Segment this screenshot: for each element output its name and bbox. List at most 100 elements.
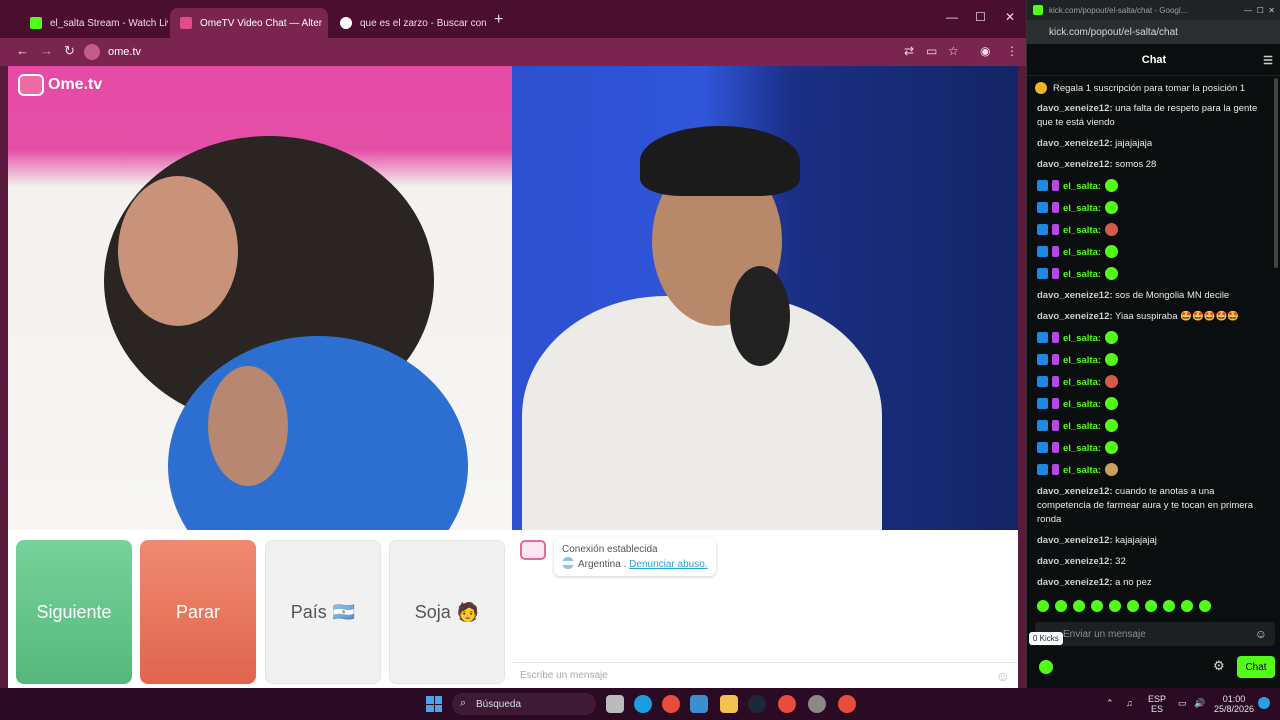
chat-message: davo_xeneize12: 32 <box>1037 555 1269 569</box>
chrome-icon[interactable] <box>838 695 856 713</box>
tv-icon <box>18 74 44 96</box>
chat-message: davo_xeneize12: sos de Mongolia MN decil… <box>1037 289 1269 303</box>
person-icon: 🧑 <box>456 601 480 622</box>
ometv-page: Ome.tv Siguiente Parar País 🇦🇷 Soja 🧑 Co… <box>8 66 1018 688</box>
chat-username[interactable]: davo_xeneize12: <box>1037 556 1113 567</box>
chat-input[interactable]: Enviar un mensaje ☺ <box>1035 622 1275 646</box>
profile-icon[interactable]: ◉ <box>980 44 990 58</box>
site-info-icon[interactable] <box>84 44 100 60</box>
chat-username[interactable]: el_salta: <box>1063 421 1101 432</box>
country-filter-button[interactable]: País 🇦🇷 <box>265 540 381 684</box>
close-window-button[interactable]: ✕ <box>1005 10 1015 24</box>
clock-date: 25/8/2026 <box>1214 704 1255 714</box>
send-chat-button[interactable]: Chat <box>1237 656 1275 678</box>
tab-ometv[interactable]: OmeTV Video Chat — Alter ✕ <box>170 8 328 38</box>
clock[interactable]: 01:00 25/8/2026 <box>1214 694 1254 714</box>
emote-icon[interactable] <box>1199 600 1211 612</box>
translate-icon[interactable]: ⇄ <box>904 44 914 58</box>
start-button[interactable] <box>426 696 442 712</box>
kicks-icon[interactable] <box>1039 660 1053 674</box>
subscriber-badge-icon <box>1052 442 1059 453</box>
chat-username[interactable]: davo_xeneize12: <box>1037 535 1113 546</box>
chat-username[interactable]: davo_xeneize12: <box>1037 138 1113 149</box>
stop-button[interactable]: Parar <box>140 540 256 684</box>
emote-icon[interactable] <box>1109 600 1121 612</box>
kick-favicon-icon <box>1033 5 1043 15</box>
kicks-tooltip: 0 Kicks <box>1029 632 1063 645</box>
emoji-icon[interactable]: ☺ <box>996 668 1010 684</box>
partner-country: Argentina <box>578 559 621 570</box>
next-button[interactable]: Siguiente <box>16 540 132 684</box>
emote-icon[interactable] <box>1091 600 1103 612</box>
window-controls[interactable]: — ☐ ✕ <box>1244 6 1275 15</box>
emoji-icon[interactable]: ☺ <box>1255 627 1267 641</box>
chat-username[interactable]: el_salta: <box>1063 399 1101 410</box>
bookmark-star-icon[interactable]: ☆ <box>948 44 959 58</box>
chat-username[interactable]: davo_xeneize12: <box>1037 486 1113 497</box>
report-abuse-link[interactable]: Denunciar abuso. <box>629 559 707 570</box>
emote-icon[interactable] <box>1037 600 1049 612</box>
chrome-icon[interactable] <box>662 695 680 713</box>
chat-username[interactable]: el_salta: <box>1063 465 1101 476</box>
chat-text: somos 28 <box>1115 159 1157 170</box>
volume-icon[interactable]: 🔊 <box>1194 698 1205 708</box>
minimize-button[interactable]: — <box>946 10 958 24</box>
kick-address-bar[interactable]: kick.com/popout/el-salta/chat <box>1027 20 1280 44</box>
cast-icon[interactable]: ▭ <box>926 44 937 58</box>
chat-username[interactable]: davo_xeneize12: <box>1037 290 1113 301</box>
chat-username[interactable]: davo_xeneize12: <box>1037 577 1113 588</box>
chat-username[interactable]: davo_xeneize12: <box>1037 103 1113 114</box>
chat-username[interactable]: el_salta: <box>1063 225 1101 236</box>
gender-filter-button[interactable]: Soja 🧑 <box>389 540 505 684</box>
menu-icon[interactable]: ⋮ <box>1006 44 1018 58</box>
emote-icon <box>1105 353 1119 366</box>
chat-username[interactable]: el_salta: <box>1063 333 1101 344</box>
edge-icon[interactable] <box>634 695 652 713</box>
steam-icon[interactable] <box>748 695 766 713</box>
language-indicator[interactable]: ESP ES <box>1148 694 1166 714</box>
tray-overflow-icon[interactable]: ⌃ <box>1106 698 1114 708</box>
chat-username[interactable]: el_salta: <box>1063 181 1101 192</box>
tab-kick-stream[interactable]: el_salta Stream - Watch Live on ✕ <box>20 8 168 38</box>
emote-icon[interactable] <box>1073 600 1085 612</box>
app-icon[interactable] <box>808 695 826 713</box>
address-bar[interactable]: ome.tv <box>84 41 824 63</box>
chat-username[interactable]: el_salta: <box>1063 247 1101 258</box>
chrome-icon[interactable] <box>778 695 796 713</box>
pinned-banner[interactable]: Regala 1 suscripción para tomar la posic… <box>1035 79 1273 97</box>
chat-username[interactable]: el_salta: <box>1063 377 1101 388</box>
settings-gear-icon[interactable]: ⚙ <box>1213 658 1225 674</box>
maximize-button[interactable]: ☐ <box>975 10 986 24</box>
chat-scrollbar[interactable] <box>1274 78 1278 268</box>
chat-username[interactable]: el_salta: <box>1063 203 1101 214</box>
microphone-icon[interactable]: ♫ <box>1126 698 1133 708</box>
chat-message: el_salta: <box>1037 331 1269 346</box>
chat-text: a no pez <box>1115 577 1152 588</box>
chat-username[interactable]: el_salta: <box>1063 269 1101 280</box>
chat-message: el_salta: <box>1037 267 1269 282</box>
new-tab-button[interactable]: + <box>494 11 503 29</box>
message-input[interactable]: Escribe un mensaje ☺ <box>512 662 1018 688</box>
store-icon[interactable] <box>690 695 708 713</box>
chat-menu-icon[interactable]: ☰ <box>1263 54 1273 67</box>
chat-username[interactable]: davo_xeneize12: <box>1037 311 1113 322</box>
chat-username[interactable]: el_salta: <box>1063 355 1101 366</box>
chat-username[interactable]: el_salta: <box>1063 443 1101 454</box>
emote-icon[interactable] <box>1163 600 1175 612</box>
file-explorer-icon[interactable] <box>720 695 738 713</box>
task-view-icon[interactable] <box>606 695 624 713</box>
emote-icon[interactable] <box>1181 600 1193 612</box>
reload-button[interactable]: ↻ <box>64 43 75 59</box>
network-icon[interactable]: ▭ <box>1178 698 1187 708</box>
notification-icon[interactable] <box>1258 697 1270 709</box>
emote-icon[interactable] <box>1127 600 1139 612</box>
tab-google-search[interactable]: que es el zarzo - Buscar con Go ✕ <box>330 8 490 38</box>
forward-button[interactable]: → <box>40 43 53 58</box>
chat-username[interactable]: davo_xeneize12: <box>1037 159 1113 170</box>
emote-icon <box>1105 179 1119 192</box>
back-button[interactable]: ← <box>16 43 29 58</box>
emote-icon[interactable] <box>1055 600 1067 612</box>
gift-icon <box>1035 82 1047 94</box>
emote-icon[interactable] <box>1145 600 1157 612</box>
taskbar-search[interactable]: ⌕ Búsqueda <box>452 693 596 715</box>
